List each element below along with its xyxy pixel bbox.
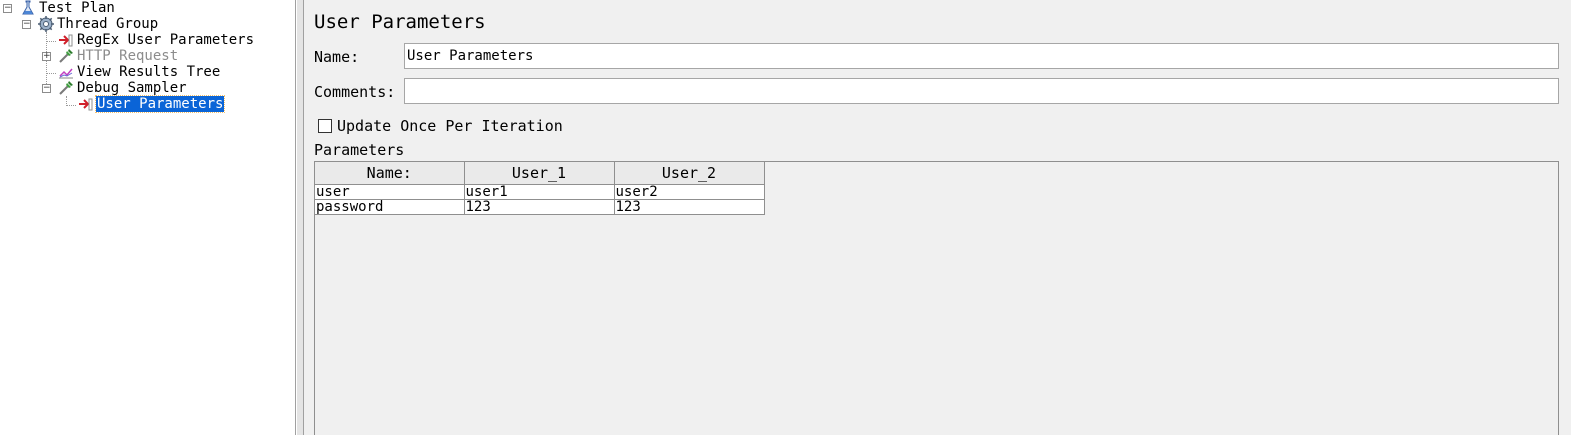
- table-cell[interactable]: 123: [463, 199, 615, 215]
- parameters-table-area[interactable]: Name: User_1 User_2 user user1 user2 pas…: [314, 161, 1559, 435]
- parameters-label: Parameters: [314, 141, 405, 159]
- tree-connector: [66, 105, 76, 106]
- tree-item-regex-user-parameters[interactable]: RegEx User Parameters: [58, 32, 255, 48]
- panel-title: User Parameters: [314, 11, 486, 33]
- preprocessor-icon: [79, 98, 93, 111]
- tree-item-http-request[interactable]: HTTP Request: [58, 48, 179, 64]
- collapse-thread-group-icon[interactable]: −: [22, 20, 31, 29]
- column-header-name[interactable]: Name:: [315, 162, 465, 185]
- user-parameters-panel: User Parameters Name: Comments: Update O…: [304, 0, 1571, 435]
- sampler-pipette-icon: [59, 81, 73, 95]
- table-header-row: Name: User_1 User_2: [315, 162, 765, 185]
- thread-group-gear-icon: [38, 16, 54, 32]
- tree-connector: [66, 96, 67, 104]
- table-cell[interactable]: password: [315, 199, 465, 215]
- name-field[interactable]: [404, 43, 1559, 69]
- table-cell[interactable]: user2: [613, 184, 765, 200]
- tree-item-debug-sampler[interactable]: Debug Sampler: [58, 80, 188, 96]
- table-row: password 123 123: [315, 199, 765, 215]
- parameters-table: Name: User_1 User_2 user user1 user2 pas…: [315, 162, 765, 215]
- table-cell[interactable]: user: [315, 184, 465, 200]
- collapse-debug-sampler-icon[interactable]: −: [42, 84, 51, 93]
- listener-chart-icon: [59, 68, 73, 79]
- name-label: Name:: [314, 48, 360, 66]
- tree-item-user-parameters[interactable]: User Parameters: [78, 95, 226, 113]
- column-header-user-2[interactable]: User_2: [613, 162, 765, 185]
- comments-label: Comments:: [314, 83, 396, 101]
- comments-field[interactable]: [404, 78, 1559, 104]
- tree-item-thread-group[interactable]: Thread Group: [38, 16, 159, 32]
- expand-http-request-icon[interactable]: +: [42, 52, 51, 61]
- update-once-per-iteration-row[interactable]: Update Once Per Iteration: [318, 117, 563, 135]
- table-cell[interactable]: user1: [463, 184, 615, 200]
- column-header-user-1[interactable]: User_1: [463, 162, 615, 185]
- sampler-pipette-icon: [59, 49, 73, 63]
- tree-item-view-results-tree[interactable]: View Results Tree: [58, 64, 221, 80]
- collapse-test-plan-icon[interactable]: −: [3, 4, 12, 13]
- table-cell[interactable]: 123: [613, 199, 765, 215]
- split-pane-divider[interactable]: [296, 0, 304, 435]
- update-once-label: Update Once Per Iteration: [337, 117, 563, 135]
- update-once-checkbox[interactable]: [318, 119, 332, 133]
- test-plan-tree[interactable]: − − + − Test Plan Thread Group RegEx Use…: [0, 0, 296, 435]
- tree-item-test-plan[interactable]: Test Plan: [20, 0, 116, 16]
- table-row: user user1 user2: [315, 184, 765, 200]
- tree-connector: [46, 73, 56, 74]
- tree-connector: [46, 41, 56, 42]
- test-plan-icon: [22, 0, 34, 15]
- preprocessor-icon: [59, 34, 73, 47]
